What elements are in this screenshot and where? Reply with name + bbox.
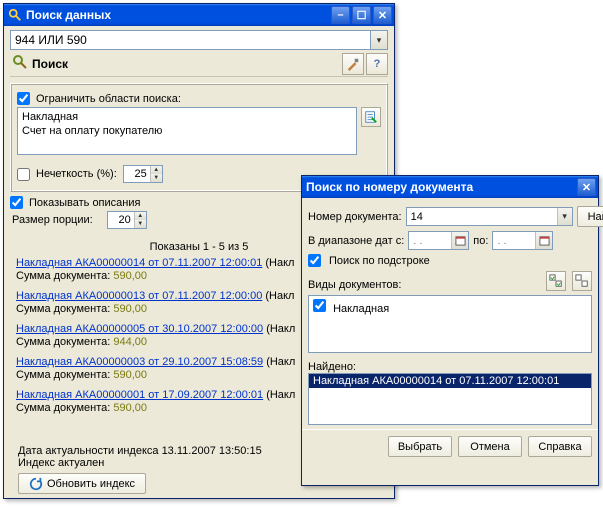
result-meta-label: Сумма документа: xyxy=(16,270,110,282)
result-link[interactable]: Накладная АКА00000013 от 07.11.2007 12:0… xyxy=(16,290,262,302)
result-link[interactable]: Накладная АКА00000003 от 29.10.2007 15:0… xyxy=(16,356,263,368)
docnum-dropdown-button[interactable] xyxy=(557,208,572,225)
page-size-label: Размер порции: xyxy=(12,214,93,226)
window-title: Поиск по номеру документа xyxy=(306,180,575,194)
result-suffix: (Накл xyxy=(263,389,295,401)
spin-down[interactable]: ▼ xyxy=(135,220,146,228)
daterange-label: В диапазоне дат с: xyxy=(308,235,404,247)
doctypes-listbox[interactable]: Накладная xyxy=(308,295,592,353)
spin-up[interactable]: ▲ xyxy=(135,212,146,220)
result-suffix: (Накл xyxy=(262,257,294,269)
result-meta-value: 590,00 xyxy=(113,369,147,381)
show-desc-label: Показывать описания xyxy=(29,197,140,209)
result-suffix: (Накл xyxy=(263,356,295,368)
refresh-index-button[interactable]: Обновить индекс xyxy=(18,473,146,494)
find-button[interactable]: Найти xyxy=(577,206,603,227)
magnifier-icon xyxy=(12,54,28,73)
date-from-input[interactable]: . . xyxy=(408,231,469,250)
search-input[interactable] xyxy=(10,30,371,50)
substring-label: Поиск по подстроке xyxy=(329,255,430,267)
search-by-docnum-window: Поиск по номеру документа ✕ Номер докуме… xyxy=(301,175,599,486)
window-title: Поиск данных xyxy=(26,8,329,22)
page-size-value[interactable] xyxy=(108,212,134,228)
maximize-button[interactable]: ☐ xyxy=(352,6,371,24)
docnum-input[interactable] xyxy=(407,208,557,225)
result-meta-value: 590,00 xyxy=(113,270,147,282)
close-button[interactable]: ✕ xyxy=(577,178,596,196)
result-suffix: (Накл xyxy=(262,290,294,302)
result-meta-value: 590,00 xyxy=(113,402,147,414)
check-all-button[interactable] xyxy=(546,271,566,291)
result-link[interactable]: Накладная АКА00000001 от 17.09.2007 12:0… xyxy=(16,389,263,401)
fuzzy-value[interactable] xyxy=(124,166,150,182)
date-to-label: по: xyxy=(473,235,488,247)
found-label: Найдено: xyxy=(308,361,356,373)
scope-listbox[interactable]: Накладная Счет на оплату покупателю xyxy=(17,107,357,155)
limit-scope-checkbox[interactable] xyxy=(17,92,30,105)
result-link[interactable]: Накладная АКА00000014 от 07.11.2007 12:0… xyxy=(16,257,262,269)
spin-down[interactable]: ▼ xyxy=(151,174,162,182)
select-button[interactable]: Выбрать xyxy=(388,436,452,457)
titlebar[interactable]: Поиск данных – ☐ ✕ xyxy=(4,4,394,26)
docnum-combo[interactable] xyxy=(406,207,573,226)
edit-scope-button[interactable] xyxy=(361,107,381,127)
spin-up[interactable]: ▲ xyxy=(151,166,162,174)
search-button-label[interactable]: Поиск xyxy=(32,57,68,71)
app-icon xyxy=(8,8,22,22)
result-meta-label: Сумма документа: xyxy=(16,402,110,414)
result-meta-label: Сумма документа: xyxy=(16,369,110,381)
refresh-index-label: Обновить индекс xyxy=(47,478,135,490)
close-button[interactable]: ✕ xyxy=(373,6,392,24)
found-listbox[interactable]: Накладная АКА00000014 от 07.11.2007 12:0… xyxy=(308,373,592,425)
uncheck-all-button[interactable] xyxy=(572,271,592,291)
minimize-button[interactable]: – xyxy=(331,6,350,24)
result-link[interactable]: Накладная АКА00000005 от 30.10.2007 12:0… xyxy=(16,323,263,335)
result-meta-value: 590,00 xyxy=(113,303,147,315)
result-meta-label: Сумма документа: xyxy=(16,336,110,348)
calendar-icon[interactable] xyxy=(535,232,552,249)
titlebar[interactable]: Поиск по номеру документа ✕ xyxy=(302,176,598,198)
result-meta-label: Сумма документа: xyxy=(16,303,110,315)
fuzzy-label: Нечеткость (%): xyxy=(36,168,117,180)
list-item[interactable]: Накладная xyxy=(313,298,587,316)
help-button[interactable]: Справка xyxy=(528,436,592,457)
cancel-button[interactable]: Отмена xyxy=(458,436,522,457)
list-item[interactable]: Накладная xyxy=(22,110,352,124)
page-size-spinner[interactable]: ▲▼ xyxy=(107,211,147,229)
doctypes-label: Виды документов: xyxy=(308,279,542,291)
date-to-input[interactable]: . . xyxy=(492,231,553,250)
show-desc-checkbox[interactable] xyxy=(10,196,23,209)
fuzzy-checkbox[interactable] xyxy=(17,168,30,181)
docnum-label: Номер документа: xyxy=(308,211,402,223)
substring-checkbox[interactable] xyxy=(308,254,321,267)
doctype-checkbox[interactable] xyxy=(313,299,326,312)
result-suffix: (Накл xyxy=(263,323,295,335)
found-item-selected[interactable]: Накладная АКА00000014 от 07.11.2007 12:0… xyxy=(309,374,591,388)
result-meta-value: 944,00 xyxy=(113,336,147,348)
help-button[interactable]: ? xyxy=(366,53,388,75)
calendar-icon[interactable] xyxy=(451,232,468,249)
list-item[interactable]: Счет на оплату покупателю xyxy=(22,124,352,138)
fuzzy-spinner[interactable]: ▲▼ xyxy=(123,165,163,183)
limit-scope-label: Ограничить области поиска: xyxy=(36,93,181,105)
search-dropdown-button[interactable] xyxy=(371,30,388,50)
settings-button[interactable] xyxy=(342,53,364,75)
